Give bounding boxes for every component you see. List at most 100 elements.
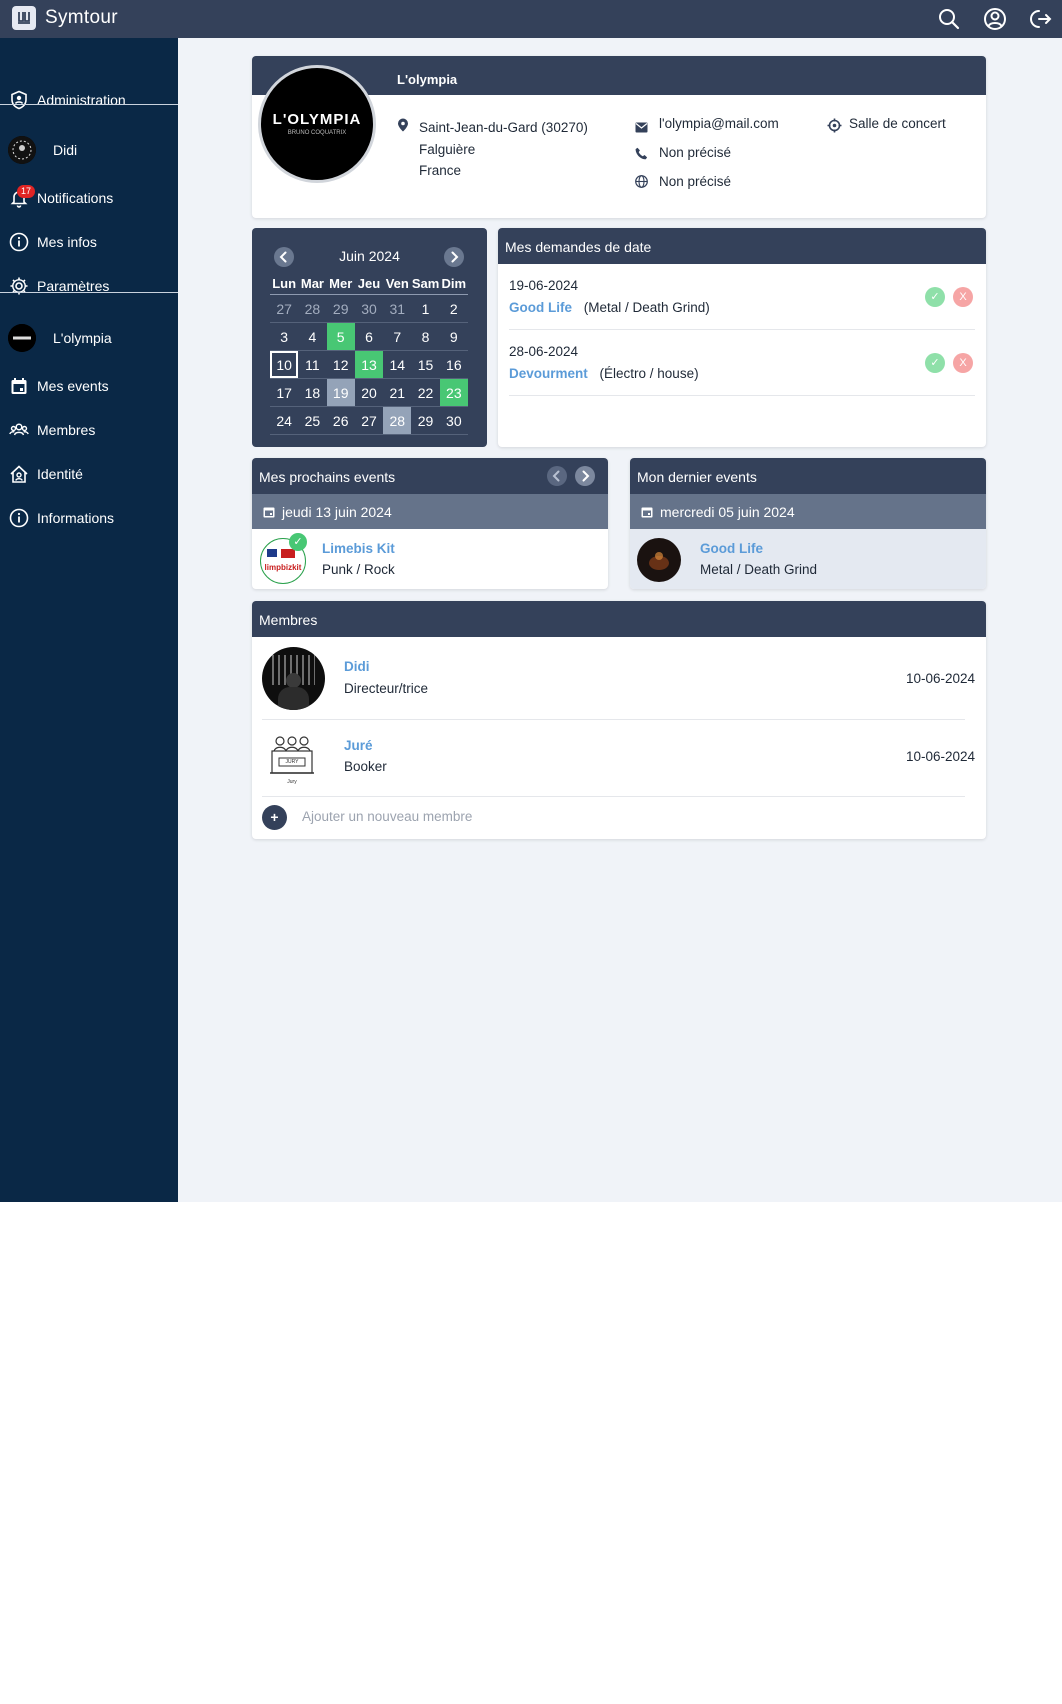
calendar-day[interactable]: 29 xyxy=(327,295,355,322)
calendar-day[interactable]: 21 xyxy=(383,379,411,406)
user-account-icon[interactable] xyxy=(982,6,1008,32)
sidebar-item-membres[interactable]: Membres xyxy=(0,410,178,450)
divider xyxy=(509,329,975,330)
venue-website: Non précisé xyxy=(659,174,732,189)
calendar-day[interactable]: 4 xyxy=(298,323,326,350)
event-row[interactable] xyxy=(630,529,986,589)
calendar-day[interactable]: 9 xyxy=(440,323,468,350)
reject-request-button[interactable]: X xyxy=(953,287,973,307)
calendar-day[interactable]: 16 xyxy=(440,351,468,378)
calendar-day[interactable]: 26 xyxy=(327,407,355,434)
venue-avatar xyxy=(8,324,36,352)
accept-request-button[interactable]: ✓ xyxy=(925,287,945,307)
calendar-day[interactable]: 30 xyxy=(355,295,383,322)
search-icon[interactable] xyxy=(936,6,962,32)
sidebar-item-parametres[interactable]: Paramètres xyxy=(0,266,178,306)
calendar-day[interactable]: 5 xyxy=(326,323,355,350)
calendar-day[interactable]: 2 xyxy=(440,295,468,322)
divider xyxy=(262,796,965,797)
sidebar-item-notifications[interactable]: 17 Notifications xyxy=(0,178,178,218)
calendar-day[interactable]: 27 xyxy=(355,407,383,434)
member-name-link[interactable]: Didi xyxy=(344,659,370,674)
venue-email[interactable]: l'olympia@mail.com xyxy=(659,116,779,131)
calendar-weekday: Lun xyxy=(272,275,297,291)
calendar-week-row: 10 11 12 13 14 15 16 xyxy=(270,351,468,379)
sidebar-item-identite[interactable]: Identité xyxy=(0,454,178,494)
calendar-day[interactable]: 23 xyxy=(439,379,468,406)
calendar-next-button[interactable] xyxy=(444,247,464,267)
event-artist-link[interactable]: Good Life xyxy=(700,541,763,556)
calendar-day[interactable]: 18 xyxy=(298,379,326,406)
calendar-day[interactable]: 17 xyxy=(270,379,298,406)
sidebar-item-didi[interactable]: Didi xyxy=(0,129,178,171)
calendar-day[interactable]: 20 xyxy=(355,379,383,406)
calendar-day[interactable]: 15 xyxy=(411,351,439,378)
users-icon xyxy=(9,420,29,440)
events-prev-button[interactable] xyxy=(547,466,567,486)
request-genre: (Électro / house) xyxy=(599,366,699,381)
request-artist-link[interactable]: Devourment xyxy=(509,366,588,381)
calendar-day[interactable]: 14 xyxy=(383,351,411,378)
calendar-day[interactable]: 30 xyxy=(440,407,468,434)
calendar-day[interactable]: 22 xyxy=(411,379,439,406)
add-member-button[interactable]: + xyxy=(262,805,287,830)
calendar-day[interactable]: 11 xyxy=(298,351,326,378)
add-member-link[interactable]: Ajouter un nouveau membre xyxy=(302,809,472,824)
calendar-day[interactable]: 24 xyxy=(270,407,298,434)
calendar-day[interactable]: 29 xyxy=(411,407,439,434)
calendar-day[interactable]: 8 xyxy=(411,323,439,350)
member-name-link[interactable]: Juré xyxy=(344,738,373,753)
sidebar-item-label: Administration xyxy=(37,92,126,108)
venue-logo: L'OLYMPIA BRUNO COQUATRIX xyxy=(258,65,376,183)
jury-sign-text: JURY xyxy=(285,759,299,765)
event-artist-link[interactable]: Limebis Kit xyxy=(322,541,395,556)
accept-request-button[interactable]: ✓ xyxy=(925,353,945,373)
last-event-card: Mon dernier events mercredi 05 juin 2024… xyxy=(630,458,986,589)
calendar-day[interactable]: 28 xyxy=(298,295,326,322)
sidebar-item-venue[interactable]: L'olympia xyxy=(0,317,178,359)
sidebar: Administration Didi 17 Notifications Mes… xyxy=(0,38,178,1202)
reject-request-button[interactable]: X xyxy=(953,353,973,373)
venue-name: L'olympia xyxy=(397,72,458,87)
calendar-day[interactable]: 3 xyxy=(270,323,298,350)
calendar-day[interactable]: 6 xyxy=(355,323,383,350)
member-avatar[interactable] xyxy=(262,647,325,710)
logout-icon[interactable] xyxy=(1028,6,1054,32)
events-next-button[interactable] xyxy=(575,466,595,486)
app-logo-icon xyxy=(12,6,36,30)
member-join-date: 10-06-2024 xyxy=(905,749,975,764)
sidebar-item-administration[interactable]: Administration xyxy=(0,80,178,120)
request-date: 19-06-2024 xyxy=(509,278,579,293)
sidebar-item-mes-infos[interactable]: Mes infos xyxy=(0,222,178,262)
calendar-day[interactable]: 25 xyxy=(298,407,326,434)
sidebar-item-mes-events[interactable]: Mes events xyxy=(0,366,178,406)
calendar-week-row: 3456789 xyxy=(270,323,468,351)
sidebar-item-informations[interactable]: Informations xyxy=(0,498,178,538)
calendar-day[interactable]: 19 xyxy=(326,379,355,406)
member-role: Booker xyxy=(344,759,387,774)
request-genre: (Metal / Death Grind) xyxy=(583,300,710,315)
request-artist-link[interactable]: Good Life xyxy=(509,300,572,315)
calendar-day[interactable]: 1 xyxy=(411,295,439,322)
calendar-day[interactable]: 31 xyxy=(383,295,411,322)
card-title: Mes prochains events xyxy=(259,469,396,485)
brand[interactable]: Symtour xyxy=(12,6,118,30)
event-thumbnail[interactable] xyxy=(637,538,681,582)
calendar-day[interactable]: 28 xyxy=(383,407,412,434)
app-name: Symtour xyxy=(45,7,118,28)
calendar-day[interactable]: 13 xyxy=(354,351,384,378)
calendar-day[interactable]: 27 xyxy=(270,295,298,322)
address-line: Saint-Jean-du-Gard (30270) xyxy=(419,120,588,135)
calendar-weekday: Sam xyxy=(411,275,440,291)
date-requests-header: Mes demandes de date xyxy=(498,228,986,264)
sidebar-item-label: L'olympia xyxy=(53,330,112,346)
event-date-bar: jeudi 13 juin 2024 xyxy=(252,494,608,529)
calendar-day[interactable]: 12 xyxy=(327,351,355,378)
calendar-day[interactable]: 10 xyxy=(270,351,299,378)
venue-card: L'olympia L'OLYMPIA BRUNO COQUATRIX Sain… xyxy=(252,56,986,218)
member-avatar[interactable]: JURY Jury xyxy=(268,733,316,787)
request-date: 28-06-2024 xyxy=(509,344,579,359)
calendar-day[interactable]: 7 xyxy=(383,323,411,350)
venue-phone: Non précisé xyxy=(659,145,732,160)
jury-caption: Jury xyxy=(287,779,297,785)
